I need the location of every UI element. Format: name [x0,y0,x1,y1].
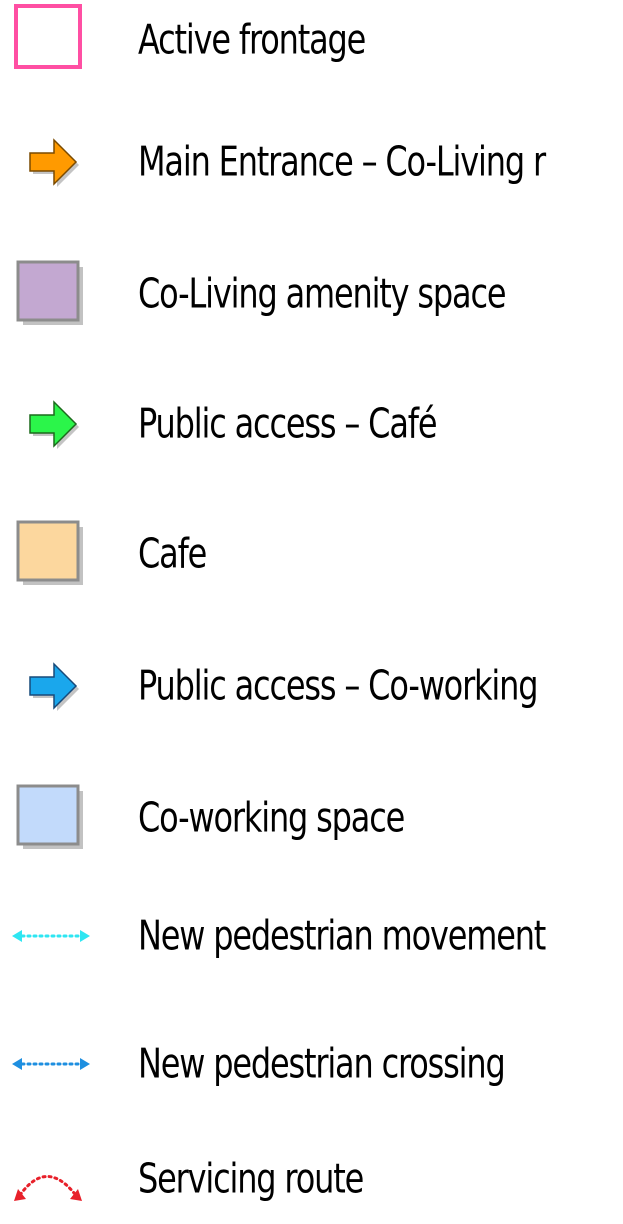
filled-square-icon [8,254,88,334]
dotted-arc-arrow-icon [8,1139,88,1219]
legend-item-pedestrian-movement: New pedestrian movement [0,896,623,976]
arrow-right-icon [8,122,88,202]
legend-item-public-access-cafe: Public access – Café [0,384,623,464]
legend-item-active-frontage: Active frontage [0,0,623,80]
legend-item-main-entrance: Main Entrance – Co-Living r [0,122,623,202]
legend-item-co-working-space: Co-working space [0,778,623,858]
dotted-double-arrow-icon [8,896,90,976]
dotted-double-arrow-icon [8,1024,90,1104]
legend-label: Servicing route [138,1154,364,1203]
legend-label: Co-Living amenity space [138,269,507,318]
legend-item-pedestrian-crossing: New pedestrian crossing [0,1024,623,1104]
legend-item-servicing-route: Servicing route [0,1139,623,1219]
filled-square-icon [8,778,88,858]
arrow-right-icon [8,384,88,464]
legend-item-co-living-amenity: Co-Living amenity space [0,254,623,334]
legend-label: Co-working space [138,793,405,842]
legend-label: Public access – Co-working [138,661,539,710]
legend-label: New pedestrian crossing [138,1039,506,1088]
legend-item-public-access-co-working: Public access – Co-working [0,646,623,726]
legend-label: Cafe [138,529,207,578]
legend-label: New pedestrian movement [138,911,546,960]
legend-label: Active frontage [138,15,366,64]
legend-item-cafe: Cafe [0,514,623,594]
outline-square-icon [8,0,88,80]
legend-label: Main Entrance – Co-Living r [138,137,546,186]
legend-label: Public access – Café [138,399,438,448]
filled-square-icon [8,514,88,594]
arrow-right-icon [8,646,88,726]
